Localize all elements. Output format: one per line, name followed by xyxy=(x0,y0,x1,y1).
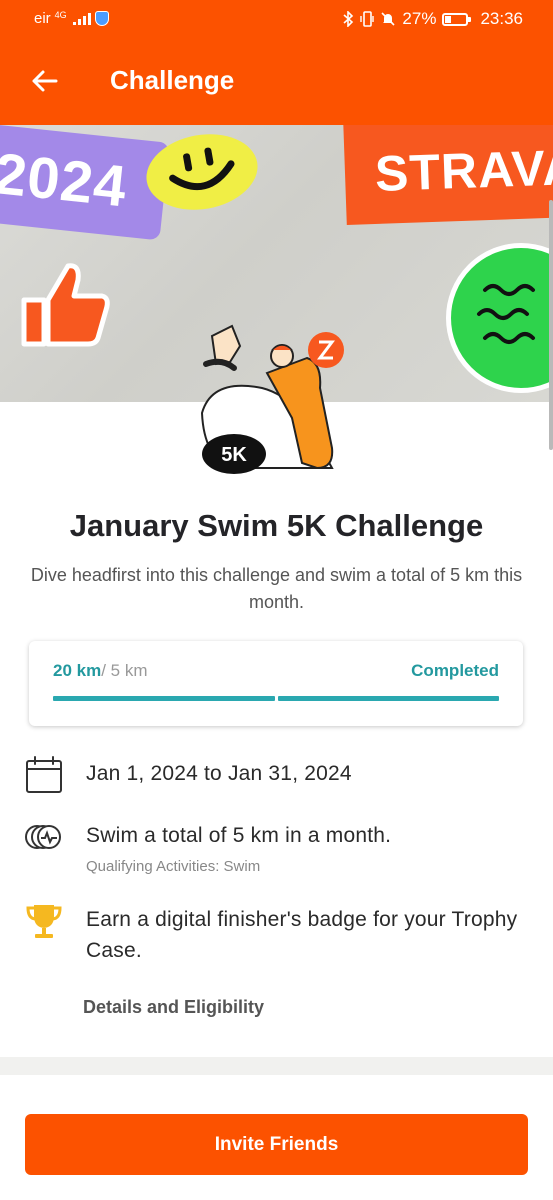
progress-segment xyxy=(277,696,499,701)
thumbs-up-icon xyxy=(21,263,110,347)
progress-goal: / 5 km xyxy=(101,661,148,680)
progress-current: 20 km xyxy=(53,661,102,680)
year-sticker: 2024 xyxy=(0,125,170,241)
battery-percent: 27% xyxy=(402,9,437,28)
mute-bell-icon xyxy=(381,12,395,26)
waves-sticker xyxy=(446,243,553,393)
status-bar: eir 4G 27% 23:36 xyxy=(0,0,553,38)
progress-segment xyxy=(53,696,275,701)
date-range: Jan 1, 2024 to Jan 31, 2024 xyxy=(86,762,352,785)
page-title: Challenge xyxy=(110,65,235,95)
invite-friends-button[interactable]: Invite Friends xyxy=(25,1114,528,1175)
challenge-title: January Swim 5K Challenge xyxy=(69,508,484,543)
vibrate-icon xyxy=(360,11,375,27)
progress-status: Completed xyxy=(411,661,499,680)
badge-label: 5K xyxy=(221,444,247,466)
qualifying-activities: Qualifying Activities: Swim xyxy=(86,858,261,875)
section-divider xyxy=(0,1057,553,1075)
goal-text: Swim a total of 5 km in a month. xyxy=(86,824,392,847)
status-left: eir 4G xyxy=(34,10,109,27)
progress-text: 20 km/ 5 km xyxy=(53,661,148,681)
bluetooth-icon xyxy=(343,11,354,27)
progress-card: 20 km/ 5 km Completed xyxy=(29,641,523,726)
shield-icon xyxy=(94,11,109,26)
status-right: 27% 23:36 xyxy=(342,9,523,29)
trophy-icon xyxy=(26,905,62,938)
scrollbar[interactable] xyxy=(549,200,553,450)
battery-icon xyxy=(442,12,472,26)
activity-icon xyxy=(25,825,61,849)
back-arrow-icon[interactable] xyxy=(28,64,62,98)
clock: 23:36 xyxy=(480,9,523,28)
brand-sticker: STRAVA xyxy=(343,125,553,225)
signal-icon xyxy=(72,12,91,25)
app-bar: Challenge xyxy=(0,38,553,125)
carrier-label: eir xyxy=(34,10,51,27)
challenge-badge: 5K xyxy=(200,324,344,474)
reward-text: Earn a digital finisher's badge for your… xyxy=(86,908,518,962)
details-eligibility-link[interactable]: Details and Eligibility xyxy=(83,997,264,1018)
progress-bar xyxy=(53,696,499,701)
calendar-icon xyxy=(26,756,62,793)
smiley-sticker xyxy=(140,125,264,219)
challenge-description: Dive headfirst into this challenge and s… xyxy=(30,565,523,612)
network-label: 4G xyxy=(54,9,67,20)
